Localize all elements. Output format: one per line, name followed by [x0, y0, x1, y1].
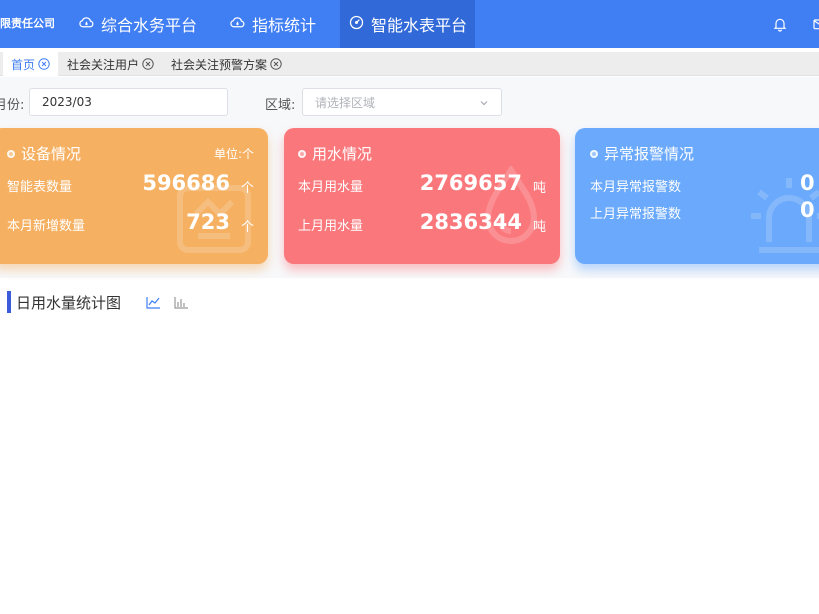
card-title: 异常报警情况	[590, 143, 694, 164]
cloud-icon	[229, 14, 252, 35]
nav-item-label: 智能水表平台	[371, 16, 468, 35]
line-chart-icon[interactable]	[145, 294, 161, 310]
bell-icon[interactable]	[770, 14, 790, 34]
tab-label: 社会关注预警方案	[171, 57, 268, 72]
last-month-usage-unit: 吨	[532, 220, 546, 235]
mail-icon[interactable]	[810, 14, 819, 34]
close-icon[interactable]	[270, 58, 282, 70]
dot-icon	[590, 149, 598, 158]
daily-usage-chart-title: 日用水量统计图	[16, 294, 122, 312]
nav-item-label: 指标统计	[252, 16, 317, 35]
smart-meter-count-label: 智能表数量	[7, 180, 73, 195]
summary-area: 月份: 2023/03 区域: 请选择区域 设备情况 单位:个 智能表数量 59…	[0, 77, 819, 278]
nav-item-label: 综合水务平台	[101, 16, 198, 35]
unit-note: 单位:个	[213, 147, 254, 161]
gauge-icon	[348, 14, 371, 35]
area-select[interactable]: 请选择区域	[302, 88, 502, 116]
new-this-month-value: 723	[186, 210, 230, 234]
water-card: 用水情况 本月用水量 2769657 吨 上月用水量 2836344 吨	[284, 128, 560, 264]
last-month-alarm-label: 上月异常报警数	[590, 207, 682, 222]
smart-meter-count-unit: 个	[240, 181, 254, 196]
device-card: 设备情况 单位:个 智能表数量 596686 个 本月新增数量 723 个	[0, 128, 268, 264]
smart-meter-count-value: 596686	[142, 171, 230, 195]
area-label: 区域:	[265, 98, 296, 113]
card-title-text: 设备情况	[21, 145, 82, 163]
dot-icon	[7, 149, 15, 158]
close-icon[interactable]	[142, 58, 154, 70]
this-month-usage-label: 本月用水量	[298, 180, 364, 195]
card-title: 设备情况	[7, 143, 81, 164]
month-label: 月份:	[0, 98, 25, 113]
this-month-alarm-label: 本月异常报警数	[590, 180, 682, 195]
chevron-down-icon	[479, 97, 489, 111]
new-this-month-label: 本月新增数量	[7, 219, 86, 234]
tab-label: 首页	[11, 57, 36, 72]
this-month-usage-value: 2769657	[419, 171, 522, 195]
tab-social-attention-users[interactable]: 社会关注用户	[67, 52, 154, 76]
card-title-text: 用水情况	[312, 145, 373, 163]
this-month-usage-unit: 吨	[532, 181, 546, 196]
card-title: 用水情况	[298, 143, 372, 164]
last-month-usage-value: 2836344	[419, 210, 522, 234]
tab-social-attention-warning-plan[interactable]: 社会关注预警方案	[171, 52, 282, 76]
close-icon[interactable]	[38, 58, 50, 70]
area-select-placeholder: 请选择区域	[315, 95, 376, 110]
tab-bar: 首页 社会关注用户 社会关注预警方案	[0, 52, 819, 76]
top-nav: 限责任公司 综合水务平台 指标统计 智能水表平台	[0, 0, 819, 48]
month-picker[interactable]: 2023/03	[29, 88, 228, 116]
section-accent-bar	[7, 291, 11, 313]
card-title-text: 异常报警情况	[604, 145, 695, 163]
nav-item-integrated-water[interactable]: 综合水务平台	[78, 0, 203, 48]
this-month-alarm-value: 0	[800, 171, 815, 195]
last-month-alarm-value: 0	[800, 198, 815, 222]
alarm-card: 异常报警情况 本月异常报警数 0 上月异常报警数 0	[575, 128, 819, 264]
main-content: 月份: 2023/03 区域: 请选择区域 设备情况 单位:个 智能表数量 59…	[0, 77, 819, 614]
tab-label: 社会关注用户	[67, 57, 140, 72]
cloud-icon	[78, 14, 101, 35]
nav-item-indicator-stats[interactable]: 指标统计	[229, 0, 322, 48]
nav-item-smart-meter[interactable]: 智能水表平台	[340, 0, 475, 48]
last-month-usage-label: 上月用水量	[298, 219, 364, 234]
tab-home[interactable]: 首页	[3, 52, 58, 76]
new-this-month-unit: 个	[240, 220, 254, 235]
bar-chart-icon[interactable]	[173, 294, 189, 310]
dot-icon	[298, 149, 306, 158]
app-root: 限责任公司 综合水务平台 指标统计 智能水表平台 首页 社会关注用户 社会关注预…	[0, 0, 819, 614]
company-name: 限责任公司	[0, 17, 55, 30]
